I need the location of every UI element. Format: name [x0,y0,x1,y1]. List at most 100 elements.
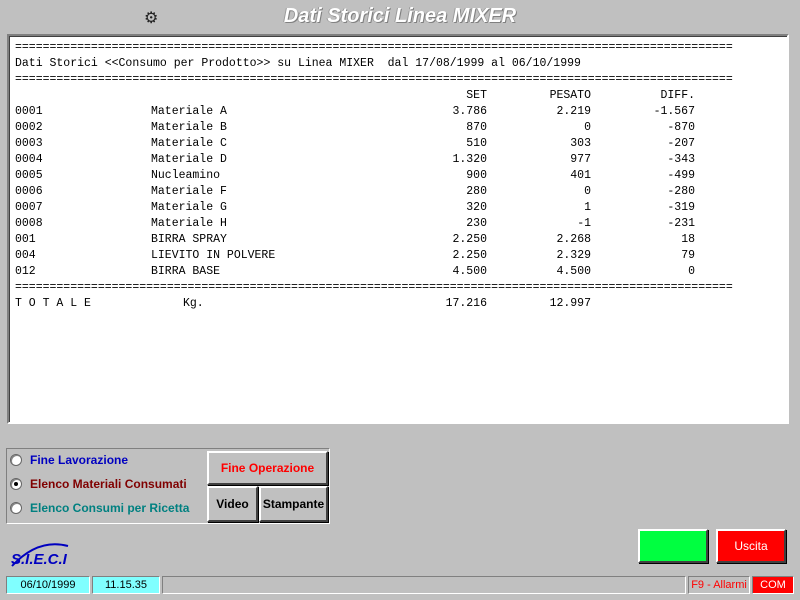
report-separator: ========================================… [15,41,733,54]
row-name: BIRRA BASE [151,265,221,278]
row-set: 320 [466,201,487,214]
option-elenco-consumi[interactable]: Elenco Consumi per Ricetta [10,501,189,515]
radio-fine-lavorazione[interactable] [10,454,22,466]
row-diff: 0 [688,265,695,278]
row-code: 004 [15,249,36,262]
row-set: 900 [466,169,487,182]
video-button[interactable]: Video [207,486,258,522]
row-code: 001 [15,233,36,246]
column-diff: DIFF. [660,89,695,102]
row-pesato: 401 [570,169,591,182]
option-elenco-materiali-label: Elenco Materiali Consumati [30,477,187,491]
row-set: 2.250 [452,233,487,246]
row-diff: -231 [667,217,695,230]
row-code: 0006 [15,185,43,198]
table-row: 0003 Materiale C 510 303 -207 [15,136,733,152]
stampante-button[interactable]: Stampante [259,486,328,522]
row-name: Materiale C [151,137,227,150]
row-pesato: 1 [584,201,591,214]
row-code: 0001 [15,105,43,118]
green-button[interactable] [638,529,708,563]
row-name: Nucleamino [151,169,221,182]
row-pesato: 2.268 [556,233,591,246]
logo-text: S.I.E.C.I [11,551,68,568]
row-diff: -499 [667,169,695,182]
radio-elenco-materiali[interactable] [10,478,22,490]
status-bar: 06/10/1999 11.15.35 F9 - Allarmi COM [0,576,800,598]
report-separator: ========================================… [15,73,733,86]
row-code: 0005 [15,169,43,182]
row-diff: 18 [681,233,695,246]
row-name: Materiale F [151,185,227,198]
table-row: 0004 Materiale D 1.320 977 -343 [15,152,733,168]
option-fine-lavorazione[interactable]: Fine Lavorazione [10,453,128,467]
title-bar: ⚙ Dati Storici Linea MIXER [0,0,800,34]
status-time: 11.15.35 [92,576,160,594]
report-text: ========================================… [15,40,733,312]
option-fine-lavorazione-label: Fine Lavorazione [30,453,129,467]
table-row: 0005 Nucleamino 900 401 -499 [15,168,733,184]
row-diff: -343 [667,153,695,166]
row-set: 2.250 [452,249,487,262]
row-pesato: 977 [570,153,591,166]
status-date: 06/10/1999 [6,576,90,594]
fine-operazione-button[interactable]: Fine Operazione [207,451,328,485]
row-code: 0002 [15,121,43,134]
total-pesato: 12.997 [549,297,591,310]
uscita-button[interactable]: Uscita [716,529,786,563]
row-name: Materiale A [151,105,227,118]
table-row: 001 BIRRA SPRAY 2.250 2.268 18 [15,232,733,248]
row-diff: -1.567 [653,105,695,118]
table-row: 012 BIRRA BASE 4.500 4.500 0 [15,264,733,280]
row-pesato: -1 [577,217,591,230]
row-diff: -207 [667,137,695,150]
row-code: 0007 [15,201,43,214]
table-row: 0007 Materiale G 320 1 -319 [15,200,733,216]
row-name: LIEVITO IN POLVERE [151,249,276,262]
table-row: 0006 Materiale F 280 0 -280 [15,184,733,200]
row-diff: -870 [667,121,695,134]
row-pesato: 2.329 [556,249,591,262]
total-label: T O T A L E [15,297,91,310]
row-set: 280 [466,185,487,198]
row-code: 0008 [15,217,43,230]
row-pesato: 0 [584,185,591,198]
status-message [162,576,686,594]
row-code: 0003 [15,137,43,150]
row-set: 510 [466,137,487,150]
report-panel: ========================================… [7,34,789,424]
row-code: 0004 [15,153,43,166]
row-set: 230 [466,217,487,230]
com-indicator: COM [752,576,794,594]
radio-elenco-consumi[interactable] [10,502,22,514]
report-separator: ========================================… [15,281,733,294]
sieci-logo: S.I.E.C.I [11,543,69,568]
window-title: Dati Storici Linea MIXER [283,5,517,27]
row-name: Materiale D [151,153,227,166]
row-set: 4.500 [452,265,487,278]
total-unit: Kg. [183,297,204,310]
row-name: Materiale B [151,121,227,134]
row-code: 012 [15,265,36,278]
total-set: 17.216 [445,297,487,310]
row-diff: -280 [667,185,695,198]
row-pesato: 303 [570,137,591,150]
row-name: BIRRA SPRAY [151,233,227,246]
table-row: 0008 Materiale H 230 -1 -231 [15,216,733,232]
row-set: 870 [466,121,487,134]
option-elenco-consumi-label: Elenco Consumi per Ricetta [30,501,190,515]
row-set: 3.786 [452,105,487,118]
total-row: T O T A L E Kg. 17.216 12.997 [15,296,733,312]
row-set: 1.320 [452,153,487,166]
row-diff: 79 [681,249,695,262]
row-pesato: 4.500 [556,265,591,278]
option-elenco-materiali[interactable]: Elenco Materiali Consumati [10,477,187,491]
column-set: SET [466,89,487,102]
row-pesato: 2.219 [556,105,591,118]
table-row: 004 LIEVITO IN POLVERE 2.250 2.329 79 [15,248,733,264]
alarms-indicator[interactable]: F9 - Allarmi [688,576,750,594]
row-name: Materiale H [151,217,227,230]
column-pesato: PESATO [549,89,591,102]
table-row: 0001 Materiale A 3.786 2.219 -1.567 [15,104,733,120]
row-name: Materiale G [151,201,227,214]
